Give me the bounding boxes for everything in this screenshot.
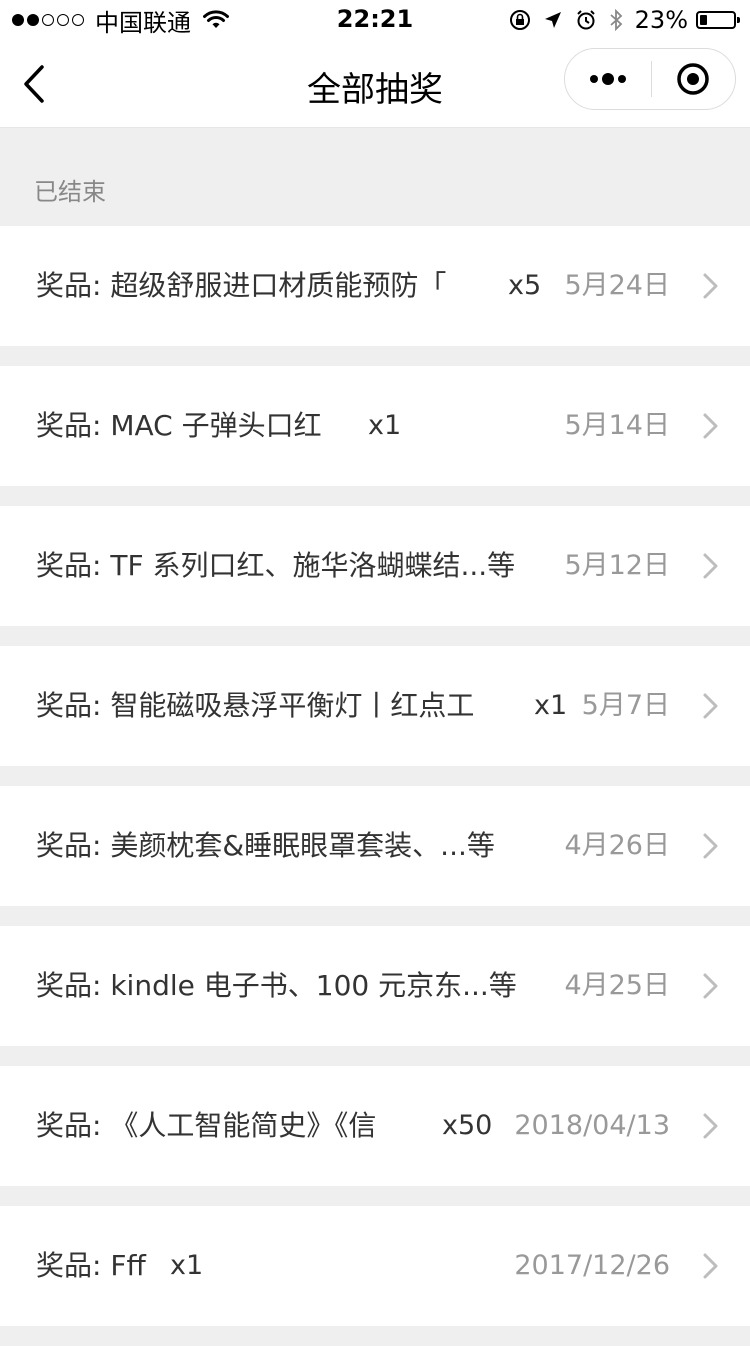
item-quantity: x50 [442,1110,493,1141]
chevron-right-icon [703,693,718,719]
item-prefix: 奖品: [36,549,102,582]
item-title: 奖品: TF 系列口红、施华洛蝴蝶结...等 [36,506,536,626]
item-name: 超级舒服进口材质能预防「 [110,269,447,302]
list-item[interactable]: 奖品: 超级舒服进口材质能预防「 x5 5月24日 [0,226,750,346]
list-item[interactable]: 奖品: Fff x1 2017/12/26 [0,1206,750,1326]
item-date: 5月14日 [564,410,670,441]
item-date: 4月25日 [564,970,670,1001]
battery-icon [696,11,740,29]
item-quantity: x1 [170,1250,204,1281]
item-prefix: 奖品: [36,829,102,862]
nav-bar: 全部抽奖 [0,40,750,128]
item-prefix: 奖品: [36,269,102,302]
item-prefix: 奖品: [36,409,102,442]
item-prefix: 奖品: [36,1109,102,1142]
status-right: 23% [497,6,740,34]
status-bar: 中国联通 22:21 23% [0,0,750,40]
mini-program-capsule [564,48,736,110]
chevron-right-icon [703,553,718,579]
chevron-right-icon [703,413,718,439]
lottery-list: 奖品: 超级舒服进口材质能预防「 x5 5月24日 奖品: MAC 子弹头口红 … [0,226,750,1346]
item-prefix: 奖品: [36,1249,102,1282]
item-date: 2018/04/13 [514,1110,670,1141]
item-quantity: x1 [534,690,568,721]
item-name: TF 系列口红、施华洛蝴蝶结...等 [110,549,516,582]
item-name: 《人工智能简史》《信 [110,1109,377,1142]
item-date: 5月7日 [581,690,670,721]
item-title: 奖品: 美颜枕套&睡眠眼罩套装、...等 [36,786,531,906]
item-name: 智能磁吸悬浮平衡灯丨红点工 [110,689,475,722]
list-item[interactable]: 奖品: TF 系列口红、施华洛蝴蝶结...等 5月12日 [0,506,750,626]
item-date: 5月24日 [564,270,670,301]
item-quantity: x1 [368,410,402,441]
item-prefix: 奖品: [36,689,102,722]
more-button[interactable] [565,49,651,109]
chevron-right-icon [703,833,718,859]
item-name: kindle 电子书、100 元京东...等 [110,969,517,1002]
list-item[interactable]: 奖品: 智能磁吸悬浮平衡灯丨红点工 x1 5月7日 [0,646,750,766]
bluetooth-icon [609,9,623,31]
battery-percent: 23% [634,6,688,34]
item-date: 5月12日 [564,550,670,581]
item-date: 4月26日 [564,830,670,861]
list-item[interactable]: 奖品: MAC 子弹头口红 x1 5月14日 [0,366,750,486]
chevron-right-icon [703,973,718,999]
item-quantity: x5 [508,270,542,301]
more-dots-icon [589,73,626,85]
alarm-icon [575,9,597,31]
close-button[interactable] [652,49,736,109]
location-icon [543,10,563,30]
item-title: 奖品: 智能磁吸悬浮平衡灯丨红点工 [36,646,516,766]
list-item[interactable]: 奖品: 《人工智能简史》《信 x50 2018/04/13 [0,1066,750,1186]
item-name: Fff [110,1249,146,1282]
item-title: 奖品: 《人工智能简史》《信 [36,1066,431,1186]
chevron-right-icon [703,1253,718,1279]
list-item[interactable]: 奖品: 美颜枕套&睡眠眼罩套装、...等 4月26日 [0,786,750,906]
section-label: 已结束 [34,178,106,206]
chevron-right-icon [703,1113,718,1139]
item-title: 奖品: Fff [36,1206,176,1326]
list-item[interactable]: 奖品: kindle 电子书、100 元京东...等 4月25日 [0,926,750,1046]
item-title: 奖品: kindle 电子书、100 元京东...等 [36,926,531,1046]
orientation-lock-icon [509,9,531,31]
chevron-right-icon [703,273,718,299]
item-name: 美颜枕套&睡眠眼罩套装、...等 [110,829,495,862]
section-header: 已结束 [0,128,750,226]
item-date: 2017/12/26 [514,1250,670,1281]
close-target-icon [677,63,709,95]
item-name: MAC 子弹头口红 [110,409,322,442]
item-title: 奖品: 超级舒服进口材质能预防「 [36,226,491,346]
item-title: 奖品: MAC 子弹头口红 [36,366,366,486]
item-prefix: 奖品: [36,969,102,1002]
